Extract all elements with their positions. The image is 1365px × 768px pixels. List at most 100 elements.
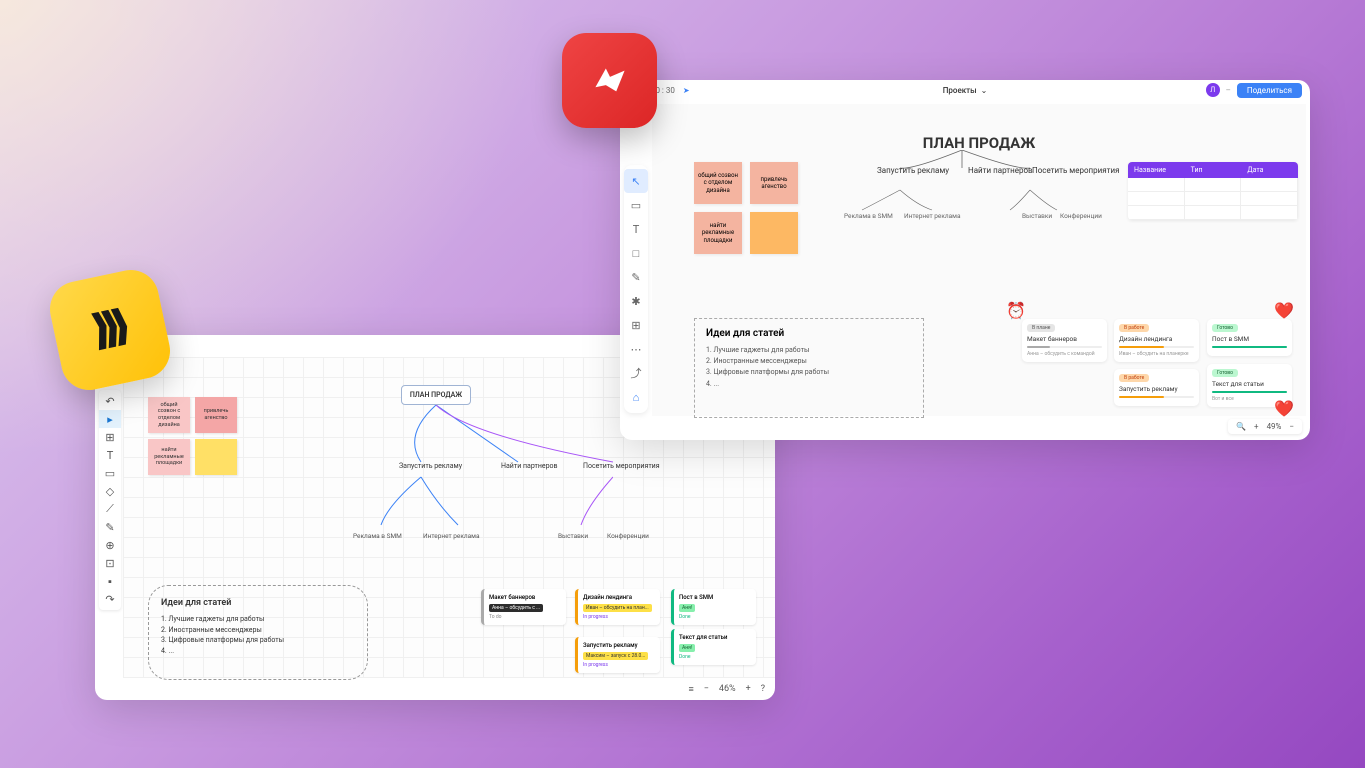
mindmap-root[interactable]: ПЛАН ПРОДАЖ xyxy=(401,385,471,405)
mindmap-child[interactable]: Посетить мероприятия xyxy=(1032,166,1120,176)
mindmap-child[interactable]: Найти партнеров xyxy=(501,462,558,471)
user-avatar[interactable]: Л xyxy=(1206,83,1220,97)
sticky-note[interactable]: найти рекламные площадки xyxy=(694,212,742,254)
mindmap-leaf[interactable]: Интернет реклама xyxy=(423,532,480,540)
holst-canvas[interactable]: ПЛАН ПРОДАЖ общий созвон с отделом дизай… xyxy=(652,104,1306,416)
heart-emoji: ❤️ xyxy=(1274,301,1294,320)
list-icon[interactable]: ≡ xyxy=(688,684,693,695)
share-button[interactable]: Поделиться xyxy=(1237,83,1302,98)
task-card[interactable]: В работе Запустить рекламу xyxy=(1114,369,1199,406)
zoom-in[interactable]: + xyxy=(746,684,751,694)
miro-bottombar: ≡ − 46% + ? xyxy=(95,678,775,700)
minus-icon[interactable]: – xyxy=(1226,86,1231,95)
tool-shape[interactable]: ◇ xyxy=(99,482,121,500)
tool-cursor[interactable]: ↖ xyxy=(624,169,648,193)
sticky-note[interactable]: привлечь агенство xyxy=(750,162,798,204)
mindmap-child[interactable]: Запустить рекламу xyxy=(877,166,949,176)
mindmap-child[interactable]: Посетить мероприятия xyxy=(583,462,660,471)
tool-shape[interactable]: □ xyxy=(624,241,648,265)
card-tag: В плане xyxy=(1027,324,1055,332)
search-icon[interactable]: 🔍 xyxy=(1236,422,1246,431)
kanban-card[interactable]: Запустить рекламу Максим – запуск с 28.0… xyxy=(575,637,660,673)
project-selector[interactable]: Проекты⌄ xyxy=(943,86,988,95)
sticky-note[interactable]: найти рекламные площадки xyxy=(148,439,190,475)
zoom-in[interactable]: + xyxy=(1254,422,1259,431)
card-title: Запустить рекламу xyxy=(1119,385,1194,393)
kanban-card[interactable]: Текст для статьи Аня! Done xyxy=(671,629,756,665)
card-tag: В работе xyxy=(1119,374,1149,382)
kanban-card[interactable]: Пост в SMM Аня! Done xyxy=(671,589,756,625)
kanban-card[interactable]: Дизайн лендинга Иван – обсудить на план.… xyxy=(575,589,660,625)
kanban-card[interactable]: Макет баннеров Анна – обсудить с ... To … xyxy=(481,589,566,625)
mindmap-child[interactable]: Найти партнеров xyxy=(968,166,1033,176)
card-tag: Аня! xyxy=(679,604,695,612)
card-title: Пост в SMM xyxy=(679,594,751,601)
tool-pen[interactable]: ✎ xyxy=(99,518,121,536)
tool-sticky[interactable]: ▭ xyxy=(624,193,648,217)
tool-text[interactable]: T xyxy=(99,446,121,464)
card-tag: Иван – обсудить на план... xyxy=(583,604,652,612)
sticky-note-blank[interactable] xyxy=(195,439,237,475)
mindmap-leaf[interactable]: Конференции xyxy=(1060,212,1102,220)
card-sub: Анна – обсудить с командой xyxy=(1027,351,1102,357)
task-card[interactable]: В работе Дизайн лендинга Иван – обсудить… xyxy=(1114,319,1199,362)
card-tag: Анна – обсудить с ... xyxy=(489,604,543,612)
tool-more[interactable]: ⋯ xyxy=(624,337,648,361)
card-title: Текст для статьи xyxy=(679,634,751,641)
holst-topbar: ↪ ⏱00 : 30 ➤ Проекты⌄ Л – Поделиться xyxy=(620,80,1310,100)
tool-frame[interactable]: ⊡ xyxy=(99,554,121,572)
mindmap-leaf[interactable]: Интернет реклама xyxy=(904,212,961,220)
zoom-out[interactable]: − xyxy=(1289,422,1294,431)
idea-item: 3. Цифровые платформы для работы xyxy=(706,367,912,378)
mindmap-leaf[interactable]: Реклама в SMM xyxy=(353,532,402,540)
mindmap-leaf[interactable]: Реклама в SMM xyxy=(844,212,893,220)
card-status: To do xyxy=(489,614,561,620)
zoom-level[interactable]: 49% xyxy=(1267,422,1282,431)
task-card[interactable]: Готово Пост в SMM xyxy=(1207,319,1292,356)
card-status: Done xyxy=(679,614,751,620)
card-title: Запустить рекламу xyxy=(583,642,655,649)
sticky-note-blank[interactable] xyxy=(750,212,798,254)
tool-sticky[interactable]: ▭ xyxy=(99,464,121,482)
card-status: Done xyxy=(679,654,751,660)
tool-text[interactable]: T xyxy=(624,217,648,241)
card-title: Дизайн лендинга xyxy=(583,594,655,601)
tool-pen[interactable]: ✎ xyxy=(624,265,648,289)
tool-undo[interactable]: ↶ xyxy=(99,392,121,410)
mindmap-child[interactable]: Запустить рекламу xyxy=(399,462,462,471)
card-title: Дизайн лендинга xyxy=(1119,335,1194,343)
card-title: Пост в SMM xyxy=(1212,335,1287,343)
sticky-note[interactable]: общий созвон с отделом дизайна xyxy=(148,397,190,433)
tool-upload[interactable]: ⤴ xyxy=(624,361,648,385)
ideas-title: Идеи для статей xyxy=(161,598,355,608)
card-tag: Аня! xyxy=(679,644,695,652)
th: Название xyxy=(1128,162,1185,178)
sticky-note[interactable]: общий созвон с отделом дизайна xyxy=(694,162,742,204)
zoom-level[interactable]: 46% xyxy=(719,684,736,694)
data-table[interactable]: НазваниеТипДата xyxy=(1128,162,1298,220)
ideas-box[interactable]: Идеи для статей 1. Лучшие гаджеты для ра… xyxy=(694,318,924,418)
tool-redo2[interactable]: ↷ xyxy=(99,590,121,608)
progress-bar xyxy=(1027,346,1102,348)
zoom-out[interactable]: − xyxy=(704,684,709,694)
tool-node[interactable]: ✱ xyxy=(624,289,648,313)
progress-bar xyxy=(1119,396,1194,398)
card-status: In progress xyxy=(583,614,655,620)
tool-cursor[interactable]: ▸ xyxy=(99,410,121,428)
mindmap-leaf[interactable]: Выставки xyxy=(558,532,588,540)
tool-grid[interactable]: ⊞ xyxy=(624,313,648,337)
help-icon[interactable]: ? xyxy=(761,684,765,694)
tool-more[interactable]: ▪ xyxy=(99,572,121,590)
sticky-note[interactable]: привлечь агенство xyxy=(195,397,237,433)
progress-bar xyxy=(1119,346,1194,348)
tool-connect[interactable]: ⟋ xyxy=(99,500,121,518)
tool-home[interactable]: ⌂ xyxy=(624,385,648,409)
task-card[interactable]: В плане Макет баннеров Анна – обсудить с… xyxy=(1022,319,1107,362)
mindmap-leaf[interactable]: Конференции xyxy=(607,532,649,540)
mindmap-leaf[interactable]: Выставки xyxy=(1022,212,1052,220)
cursor-icon[interactable]: ➤ xyxy=(683,86,690,95)
tool-comment[interactable]: ⊕ xyxy=(99,536,121,554)
tool-template[interactable]: ⊞ xyxy=(99,428,121,446)
canvas-title[interactable]: ПЛАН ПРОДАЖ xyxy=(923,134,1035,152)
ideas-box[interactable]: Идеи для статей 1. Лучшие гаджеты для ра… xyxy=(148,585,368,680)
